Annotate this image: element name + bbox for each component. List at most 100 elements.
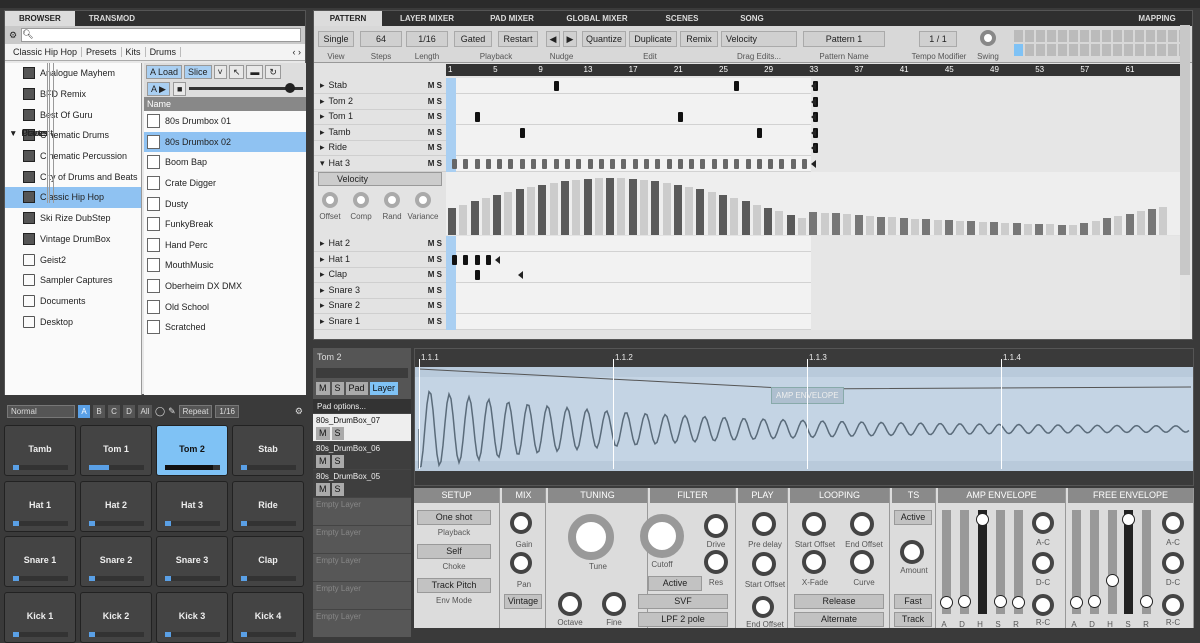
envelope-fader[interactable]: [1140, 510, 1153, 614]
velocity-bar[interactable]: [1080, 222, 1089, 235]
step-note[interactable]: [802, 159, 808, 169]
velocity-bar[interactable]: [572, 179, 581, 235]
pad-options-button[interactable]: Pad options...: [313, 399, 411, 413]
knob[interactable]: [415, 192, 431, 208]
fast-button[interactable]: Fast: [894, 594, 932, 609]
folder-icon[interactable]: ▬: [246, 64, 264, 79]
pad[interactable]: Stab: [232, 425, 304, 476]
step-page-square[interactable]: [1036, 44, 1045, 56]
pad[interactable]: Kick 4: [232, 591, 304, 643]
step-note[interactable]: [655, 159, 661, 169]
step-note[interactable]: [632, 159, 638, 169]
step-note[interactable]: [542, 159, 548, 169]
step-page-square[interactable]: [1135, 44, 1144, 56]
velocity-bar[interactable]: [786, 214, 795, 235]
repeat-button[interactable]: Repeat: [178, 404, 213, 418]
track-row[interactable]: ▸ Hat 2 M S: [314, 236, 446, 252]
waveform-editor[interactable]: 1.1.1 1.1.2 1.1.3 1.1.4 AMP ENVELOPE: [414, 348, 1194, 486]
step-ruler[interactable]: 1 5 9 13 17 21 25 29 33 37 41 45 49 53 57 61: [446, 64, 1180, 76]
velocity-bar[interactable]: [673, 184, 682, 235]
step-page-square[interactable]: [1014, 30, 1023, 42]
velocity-bar[interactable]: [933, 219, 942, 235]
velocity-bar[interactable]: [956, 220, 965, 235]
expand-arrow-icon[interactable]: ▸: [320, 285, 325, 295]
step-note[interactable]: [474, 254, 480, 265]
mute-solo-buttons[interactable]: MS: [316, 427, 408, 440]
velocity-bar[interactable]: [628, 178, 637, 235]
envelope-fader[interactable]: [1012, 510, 1025, 614]
step-page-square[interactable]: [1168, 44, 1177, 56]
step-note[interactable]: [508, 159, 514, 169]
velocity-bar[interactable]: [899, 217, 908, 235]
step-page-square[interactable]: [1102, 30, 1111, 42]
envelope-fader[interactable]: [1070, 510, 1083, 614]
pad[interactable]: Hat 3: [156, 480, 228, 532]
velocity-bar[interactable]: [538, 184, 547, 235]
file-row[interactable]: Oberheim DX DMX: [144, 276, 306, 297]
step-page-square[interactable]: [1058, 44, 1067, 56]
velocity-bar[interactable]: [798, 217, 807, 235]
track-row[interactable]: ▸ Stab M S: [314, 78, 446, 94]
step-note[interactable]: [700, 159, 706, 169]
step-note[interactable]: [768, 159, 774, 169]
search-input[interactable]: 🔍︎: [21, 28, 301, 42]
file-row[interactable]: Dusty: [144, 193, 306, 214]
expand-arrow-icon[interactable]: ▸: [320, 80, 325, 90]
fader-handle[interactable]: [1140, 594, 1153, 608]
velocity-bar[interactable]: [707, 192, 716, 235]
start-offset-knob[interactable]: [752, 552, 776, 576]
step-note[interactable]: [723, 159, 728, 169]
step-note[interactable]: [576, 159, 582, 169]
layer-slot[interactable]: Empty Layer: [313, 581, 411, 609]
step-note[interactable]: [474, 112, 480, 123]
mute-solo-buttons[interactable]: M S: [428, 78, 442, 93]
tree-item[interactable]: Geist2: [5, 249, 141, 270]
step-page-square[interactable]: [1058, 30, 1067, 42]
step-page-square[interactable]: [1091, 30, 1100, 42]
step-page-square[interactable]: [1025, 30, 1034, 42]
layer-view-button[interactable]: Layer: [369, 382, 399, 395]
velocity-bar[interactable]: [481, 198, 490, 235]
filter-type-select[interactable]: SVF: [638, 594, 728, 609]
amp-release-curve-knob[interactable]: [1032, 594, 1054, 616]
bank-b-button[interactable]: B: [93, 404, 105, 418]
knob[interactable]: [353, 192, 369, 208]
pad[interactable]: Kick 3: [156, 591, 228, 643]
velocity-bar[interactable]: [752, 204, 761, 235]
step-page-square[interactable]: [1146, 44, 1155, 56]
bank-a-button[interactable]: A: [78, 404, 90, 418]
mute-solo-buttons[interactable]: M S: [428, 267, 442, 282]
step-note[interactable]: [587, 159, 593, 169]
step-page-square[interactable]: [1091, 44, 1100, 56]
step-page-square[interactable]: [1047, 44, 1056, 56]
envelope-fader[interactable]: [976, 510, 989, 614]
alternate-button[interactable]: Alternate: [794, 612, 884, 627]
preview-volume-slider[interactable]: [189, 83, 303, 93]
step-page-square[interactable]: [1113, 44, 1122, 56]
pad[interactable]: Snare 1: [4, 536, 76, 587]
tree-item[interactable]: Sampler Captures: [5, 270, 141, 291]
step-row[interactable]: [446, 236, 1180, 252]
free-attack-curve-knob[interactable]: [1162, 512, 1184, 534]
chevron-down-icon[interactable]: ˅: [213, 64, 227, 79]
track-row[interactable]: ▸ Tamb M S: [314, 125, 446, 141]
mute-solo-buttons[interactable]: M S: [428, 236, 442, 251]
step-note[interactable]: [485, 159, 491, 169]
step-page-square[interactable]: [1146, 30, 1155, 42]
vertical-scrollbar[interactable]: [1180, 25, 1190, 275]
velocity-bar[interactable]: [1102, 218, 1111, 235]
velocity-bar[interactable]: [606, 178, 615, 235]
velocity-bar[interactable]: [854, 214, 863, 235]
knob[interactable]: [322, 192, 338, 208]
file-row[interactable]: Crate Digger: [144, 173, 306, 194]
expand-arrow-icon[interactable]: ▸: [320, 127, 325, 137]
tab-pad-mixer[interactable]: PAD MIXER: [472, 11, 552, 26]
pattern-end-marker[interactable]: [811, 144, 817, 153]
step-page-square[interactable]: [1102, 44, 1111, 56]
velocity-bar[interactable]: [922, 219, 931, 235]
step-page-square[interactable]: [1080, 44, 1089, 56]
gated-button[interactable]: Gated: [454, 31, 492, 47]
envelope-fader[interactable]: [1088, 510, 1101, 614]
envelope-fader[interactable]: [1122, 510, 1135, 614]
solo-button[interactable]: S: [331, 382, 344, 395]
